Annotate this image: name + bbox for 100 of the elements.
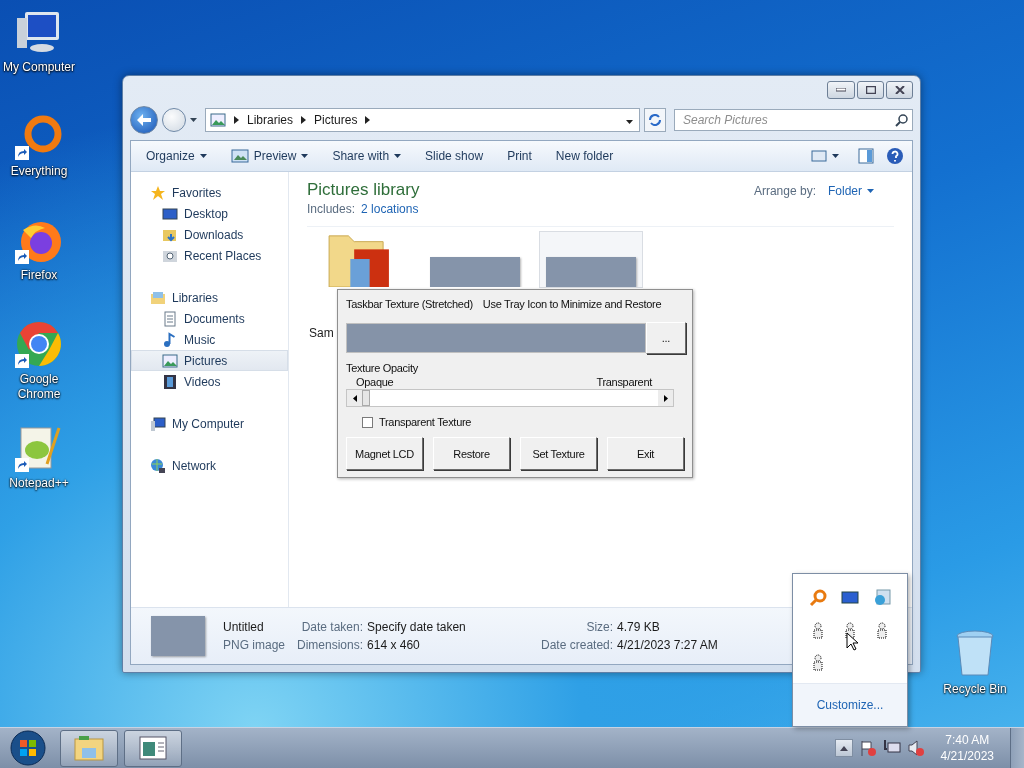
field-label: Dimensions:	[297, 638, 364, 652]
nav-item[interactable]: Music	[131, 329, 288, 350]
nav-item[interactable]: Desktop	[131, 203, 288, 224]
image-thumbnail	[151, 616, 205, 656]
start-button[interactable]	[8, 729, 48, 767]
nav-item[interactable]: Network	[131, 455, 288, 476]
browse-button[interactable]: ...	[646, 322, 686, 354]
document-icon	[162, 310, 178, 327]
address-bar[interactable]: Libraries Pictures	[205, 108, 640, 132]
checkbox-label: Transparent Texture	[379, 416, 472, 428]
field-label: Date created:	[541, 638, 614, 652]
dialog-button[interactable]: Magnet LCD	[346, 437, 423, 470]
customize-link[interactable]: Customize...	[816, 698, 884, 712]
toolbar-button[interactable]: Preview	[223, 146, 316, 166]
magnifier-icon[interactable]	[809, 589, 827, 607]
restore-button[interactable]	[857, 81, 884, 99]
field-value: 614 x 460	[367, 638, 421, 652]
image-tile[interactable]	[539, 231, 643, 288]
taskbar-button[interactable]	[124, 729, 182, 767]
scroll-right-button[interactable]	[658, 390, 673, 406]
caret-icon	[394, 154, 402, 158]
caret-icon	[301, 154, 309, 158]
globe-window-icon[interactable]	[873, 589, 891, 607]
flag-icon[interactable]	[858, 739, 877, 757]
start-orb-icon	[10, 730, 46, 766]
minimize-icon	[836, 88, 846, 92]
preview-pane-icon[interactable]	[858, 148, 874, 164]
recycle-bin-icon	[955, 630, 995, 678]
left-arrow-icon	[352, 394, 357, 402]
close-button[interactable]	[886, 81, 913, 99]
breadcrumb-item[interactable]: Libraries	[247, 113, 294, 127]
help-icon[interactable]	[886, 147, 904, 165]
field-label: Size:	[585, 620, 614, 634]
nav-item[interactable]: Documents	[131, 308, 288, 329]
field-value: 4/21/2023 7:27 AM	[617, 638, 718, 652]
texture-label: Taskbar Texture (Stretched)	[346, 298, 473, 310]
arrange-dropdown[interactable]: Folder	[828, 184, 874, 198]
breadcrumb-item[interactable]: Pictures	[314, 113, 358, 127]
back-button[interactable]	[130, 106, 158, 134]
close-icon	[894, 86, 905, 94]
dialog-button[interactable]: Restore	[433, 437, 510, 470]
toolbar-button[interactable]: Print	[500, 146, 539, 166]
minimize-button[interactable]	[827, 81, 855, 99]
toolbar-button[interactable]: Slide show	[418, 146, 491, 166]
caret-icon	[190, 118, 197, 122]
picture-icon	[210, 112, 226, 128]
back-arrow-icon	[137, 114, 151, 126]
preview-icon	[230, 149, 249, 163]
taskbar-button[interactable]	[60, 729, 118, 767]
nav-item[interactable]: Pictures	[131, 350, 288, 371]
refresh-button[interactable]	[644, 108, 666, 132]
mouse-cursor-icon	[846, 632, 859, 651]
slider-thumb[interactable]	[362, 390, 370, 406]
right-arrow-icon	[663, 394, 668, 402]
tray-hint-label: Use Tray Icon to Minimize and Restore	[482, 298, 662, 310]
show-desktop-button[interactable]	[1010, 728, 1024, 768]
nav-item[interactable]: Favorites	[131, 182, 288, 203]
chevron-icon	[365, 116, 371, 124]
search-field[interactable]: Search Pictures	[674, 109, 913, 131]
slider-max-label: Transparent	[596, 376, 652, 388]
nav-item[interactable]: Libraries	[131, 287, 288, 308]
caret-icon	[626, 120, 633, 124]
file-type: PNG image	[223, 638, 287, 652]
forward-button[interactable]	[162, 108, 186, 132]
field-label: Date taken:	[300, 620, 364, 634]
caret-icon	[867, 189, 874, 193]
up-arrow-icon	[839, 745, 848, 751]
scroll-left-button[interactable]	[347, 390, 362, 406]
caret-icon	[199, 154, 207, 158]
view-icon	[811, 150, 827, 162]
toolbar-button[interactable]: Share with	[325, 146, 409, 166]
nav-item[interactable]: Recent Places	[131, 245, 288, 266]
folder-name: Sam	[308, 326, 334, 340]
dialog-button[interactable]: Set Texture	[520, 437, 597, 470]
file-name: Untitled	[223, 620, 265, 634]
chrome-icon	[15, 320, 63, 368]
nav-item[interactable]: My Computer	[131, 413, 288, 434]
nav-item[interactable]: Videos	[131, 371, 288, 392]
toolbar-button[interactable]: New folder	[548, 146, 621, 166]
computer-icon	[150, 415, 166, 432]
checkbox[interactable]	[362, 416, 373, 428]
desktop-icon-label[interactable]: Everything	[0, 164, 78, 179]
desktop-icon-label[interactable]: Firefox	[0, 268, 78, 283]
desktop-icon-label[interactable]: My Computer	[0, 60, 78, 75]
search-icon	[895, 114, 908, 127]
opacity-label: Texture Opacity	[346, 362, 419, 374]
chevron-icon	[301, 116, 307, 124]
nav-item[interactable]: Downloads	[131, 224, 288, 245]
field-value: 4.79 KB	[617, 620, 661, 634]
locations-link[interactable]: 2 locations	[361, 202, 419, 216]
dialog-button[interactable]: Exit	[607, 437, 684, 470]
folder-icon	[74, 735, 104, 761]
speaker-icon[interactable]	[906, 739, 925, 757]
show-hidden-icons-button[interactable]	[834, 739, 853, 757]
monitor-icon[interactable]	[841, 591, 859, 605]
library-icon	[150, 289, 166, 306]
opacity-slider[interactable]	[346, 389, 674, 407]
toolbar-button[interactable]: Organize	[139, 146, 214, 166]
field-value: Specify date taken	[367, 620, 467, 634]
includes-label: Includes:	[307, 202, 356, 216]
